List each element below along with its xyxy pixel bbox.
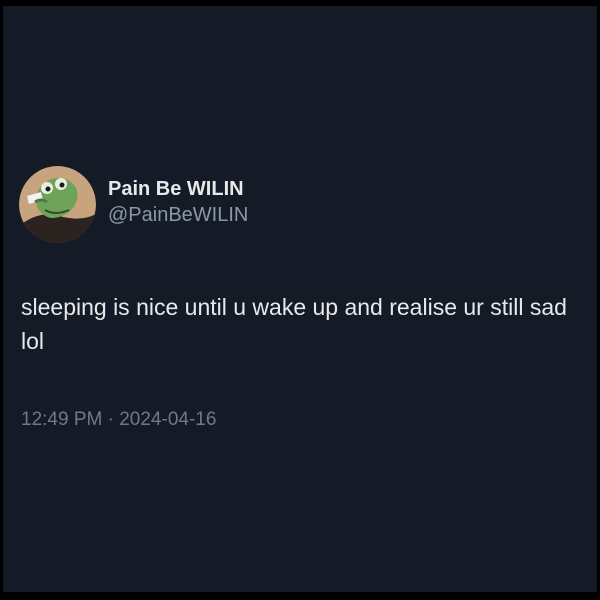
tweet-timestamp[interactable]: 12:49 PM · 2024-04-16 bbox=[21, 407, 216, 433]
frog-avatar-icon bbox=[19, 166, 96, 243]
author-names: Pain Be WILIN @PainBeWILIN bbox=[108, 176, 248, 228]
tweet-header: Pain Be WILIN @PainBeWILIN bbox=[19, 166, 248, 243]
avatar[interactable] bbox=[19, 166, 96, 243]
tweet-date: 2024-04-16 bbox=[119, 409, 217, 430]
timestamp-separator: · bbox=[102, 409, 120, 430]
user-handle[interactable]: @PainBeWILIN bbox=[108, 202, 248, 228]
tweet-card: Pain Be WILIN @PainBeWILIN sleeping is n… bbox=[3, 6, 597, 592]
tweet-time: 12:49 PM bbox=[21, 409, 103, 430]
tweet-text: sleeping is nice until u wake up and rea… bbox=[21, 294, 567, 354]
display-name[interactable]: Pain Be WILIN bbox=[108, 176, 248, 202]
